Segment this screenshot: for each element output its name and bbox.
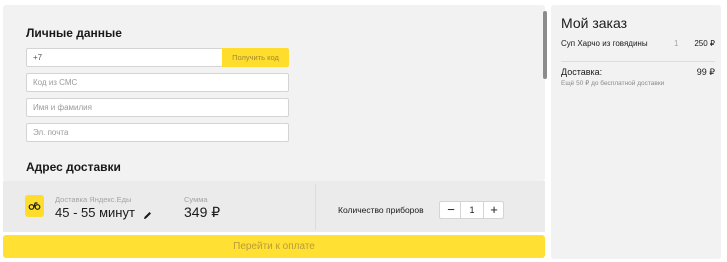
- sum-value: 349 ₽: [184, 204, 221, 220]
- divider: [315, 184, 316, 230]
- sum-label: Сумма: [184, 195, 208, 204]
- phone-row: Получить код: [26, 48, 289, 67]
- pencil-icon[interactable]: [143, 207, 152, 225]
- increase-button[interactable]: +: [484, 202, 504, 218]
- delivery-service-label: Доставка Яндекс.Еды: [55, 195, 132, 204]
- sms-code-input[interactable]: [26, 73, 289, 92]
- phone-input[interactable]: [26, 48, 226, 67]
- full-name-input[interactable]: [26, 98, 289, 117]
- proceed-to-payment-button[interactable]: Перейти к оплате: [3, 235, 545, 258]
- divider: [561, 61, 715, 62]
- delivery-address-title: Адрес доставки: [26, 160, 121, 174]
- personal-data-panel: Личные данные Получить код Адрес доставк…: [3, 5, 547, 181]
- courier-icon: [25, 195, 44, 217]
- get-code-button[interactable]: Получить код: [222, 48, 289, 67]
- delivery-cost-value: 99 ₽: [696, 67, 715, 77]
- order-summary-panel: Мой заказ Суп Харчо из говядины 1 250 ₽ …: [551, 5, 721, 259]
- cutlery-stepper: − 1 +: [439, 201, 504, 219]
- cutlery-count-value[interactable]: 1: [460, 202, 484, 218]
- email-input[interactable]: [26, 123, 289, 142]
- delivery-time: 45 - 55 минут: [55, 205, 135, 220]
- delivery-cost-label: Доставка:: [561, 67, 603, 77]
- free-delivery-note: Ещё 50 ₽ до бесплатной доставки: [561, 80, 665, 87]
- cutlery-count-label: Количество приборов: [338, 205, 424, 215]
- decrease-button[interactable]: −: [441, 202, 461, 218]
- delivery-info-bar: Доставка Яндекс.Еды 45 - 55 минут Сумма …: [3, 181, 545, 232]
- order-item-name: Суп Харчо из говядины: [561, 39, 648, 48]
- personal-data-title: Личные данные: [26, 26, 122, 40]
- order-item-qty: 1: [674, 39, 679, 48]
- scrollbar-thumb[interactable]: [543, 11, 547, 79]
- order-title: Мой заказ: [561, 15, 628, 31]
- order-item-price: 250 ₽: [694, 39, 715, 48]
